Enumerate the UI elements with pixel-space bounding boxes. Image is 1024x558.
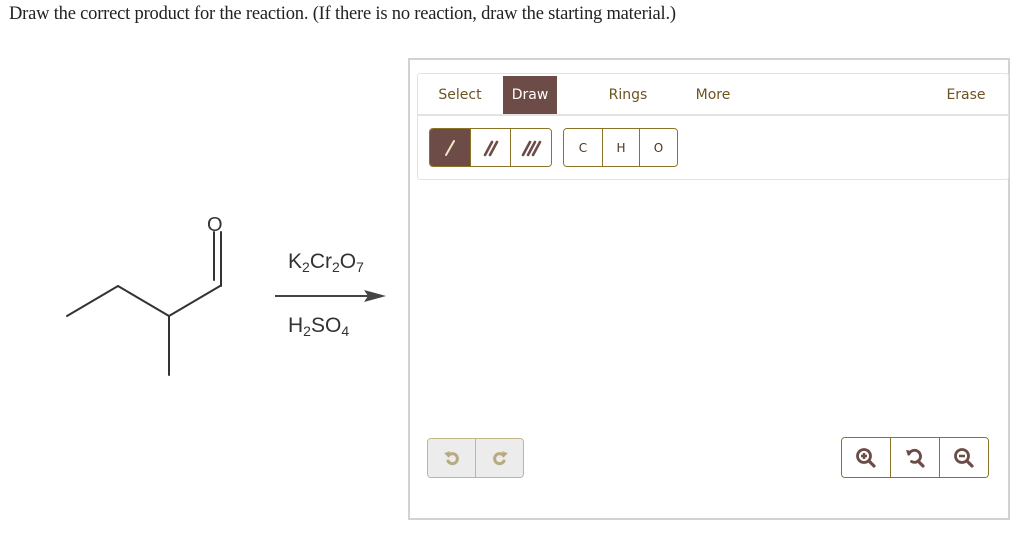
triple-bond-button[interactable] bbox=[511, 129, 551, 166]
tab-rings[interactable]: Rings bbox=[598, 76, 658, 114]
atom-c-button[interactable]: C bbox=[564, 129, 603, 166]
redo-icon bbox=[492, 451, 508, 466]
zoom-in-button[interactable] bbox=[842, 438, 891, 477]
bond bbox=[168, 285, 221, 317]
tab-more[interactable]: More bbox=[684, 76, 742, 114]
atom-h-button[interactable]: H bbox=[603, 129, 640, 166]
editor-toolbar: Select Draw Rings More Erase C H O bbox=[417, 73, 1009, 180]
reset-view-button[interactable] bbox=[891, 438, 940, 477]
zoom-out-button[interactable] bbox=[940, 438, 988, 477]
tab-select[interactable]: Select bbox=[426, 76, 494, 114]
starting-material-structure bbox=[66, 231, 386, 376]
undo-button[interactable] bbox=[428, 439, 476, 477]
reagent-acid: H2SO4 bbox=[288, 314, 350, 339]
bond bbox=[66, 285, 119, 317]
undo-icon bbox=[443, 451, 459, 466]
reset-zoom-icon bbox=[906, 448, 925, 468]
bond-tools bbox=[429, 128, 552, 167]
triple-bond-icon bbox=[521, 140, 542, 156]
reagent-oxidant: K2Cr2O7 bbox=[288, 250, 364, 275]
bond bbox=[117, 285, 170, 317]
reaction-scheme: O K2Cr2O7 H2SO4 bbox=[0, 190, 400, 410]
tab-bar: Select Draw Rings More Erase bbox=[418, 74, 1008, 116]
tab-draw[interactable]: Draw bbox=[503, 76, 557, 114]
double-bond-icon bbox=[483, 140, 498, 156]
drawing-editor[interactable]: Select Draw Rings More Erase C H O bbox=[408, 58, 1010, 520]
history-tools bbox=[427, 438, 524, 478]
question-prompt: Draw the correct product for the reactio… bbox=[9, 4, 676, 24]
single-bond-icon bbox=[445, 139, 455, 156]
erase-button[interactable]: Erase bbox=[938, 76, 994, 114]
atom-tools: C H O bbox=[563, 128, 678, 167]
single-bond-button[interactable] bbox=[430, 129, 471, 166]
oxygen-atom-label: O bbox=[207, 214, 223, 236]
double-bond-button[interactable] bbox=[471, 129, 511, 166]
zoom-in-icon bbox=[856, 447, 876, 468]
redo-button[interactable] bbox=[476, 439, 523, 477]
atom-o-button[interactable]: O bbox=[640, 129, 677, 166]
view-tools bbox=[841, 437, 989, 478]
zoom-out-icon bbox=[954, 447, 974, 468]
